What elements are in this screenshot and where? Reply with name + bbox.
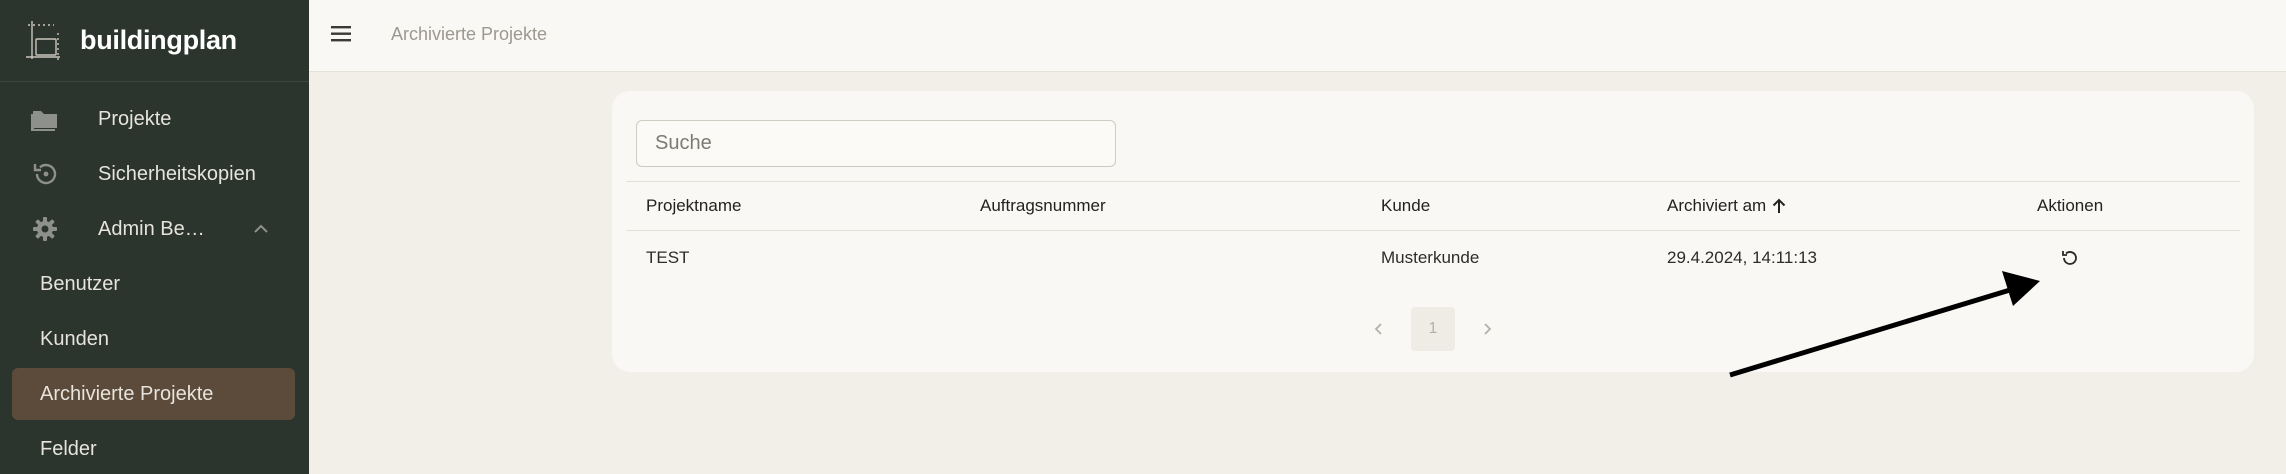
app-name: buildingplan [80,25,237,55]
cell-archiviert-am: 29.4.2024, 14:11:13 [1667,248,1817,267]
folder-icon [30,104,60,134]
pagination: 1 [612,307,2254,351]
sidebar-item-label: Benutzer [40,272,121,295]
sidebar-item-label: Kunden [40,327,109,350]
sort-ascending-icon [1772,198,1786,213]
chevron-right-icon [1484,323,1492,335]
cell-kunde: Musterkunde [1381,248,1480,267]
cell-projektname: TEST [646,248,690,267]
search-input[interactable] [636,120,1116,167]
table-header: Projektname Auftragsnummer Kunde Archivi… [626,181,2240,231]
table-row[interactable]: TEST Musterkunde 29.4.2024, 14:11:13 [626,231,2240,285]
hamburger-menu-icon[interactable] [329,22,355,46]
next-page-button[interactable] [1475,317,1499,341]
column-header-aktionen: Aktionen [2037,196,2104,215]
sidebar-item-felder[interactable]: Felder [12,423,295,474]
sidebar-item-projekte[interactable]: Projekte [0,93,309,145]
column-header-kunde[interactable]: Kunde [1381,182,1430,230]
gear-icon [30,214,60,244]
chevron-left-icon [1374,323,1382,335]
buildingplan-logo-icon [26,20,60,61]
backup-history-icon [30,159,60,189]
sidebar-item-archivierte-projekte[interactable]: Archivierte Projekte [12,368,295,420]
restore-icon [2062,251,2077,265]
column-header-auftragsnummer[interactable]: Auftragsnummer [980,182,1106,230]
sidebar-item-admin[interactable]: Admin Be… [0,203,309,255]
page-number-button[interactable]: 1 [1411,307,1455,351]
sidebar-item-label: Sicherheitskopien [98,162,256,185]
column-header-archiviert-am[interactable]: Archiviert am [1667,182,1788,230]
sidebar-item-kunden[interactable]: Kunden [12,313,295,365]
archived-projects-card: Projektname Auftragsnummer Kunde Archivi… [612,91,2254,372]
sidebar-item-label: Admin Be… [98,217,205,240]
topbar: Archivierte Projekte [309,0,2286,72]
restore-button[interactable] [2058,246,2082,270]
sidebar-item-label: Projekte [98,107,172,130]
page-title: Archivierte Projekte [391,24,548,44]
sidebar-item-sicherheitskopien[interactable]: Sicherheitskopien [0,148,309,200]
sidebar: buildingplan Projekte Sicherheitskopien … [0,0,309,474]
brand[interactable]: buildingplan [0,0,309,82]
sidebar-item-benutzer[interactable]: Benutzer [12,258,295,310]
chevron-up-icon[interactable] [250,218,272,240]
sidebar-item-label: Felder [40,437,97,460]
column-header-label: Archiviert am [1667,196,1767,215]
sidebar-item-label: Archivierte Projekte [40,382,214,405]
column-header-projektname[interactable]: Projektname [646,182,741,230]
previous-page-button[interactable] [1367,317,1391,341]
